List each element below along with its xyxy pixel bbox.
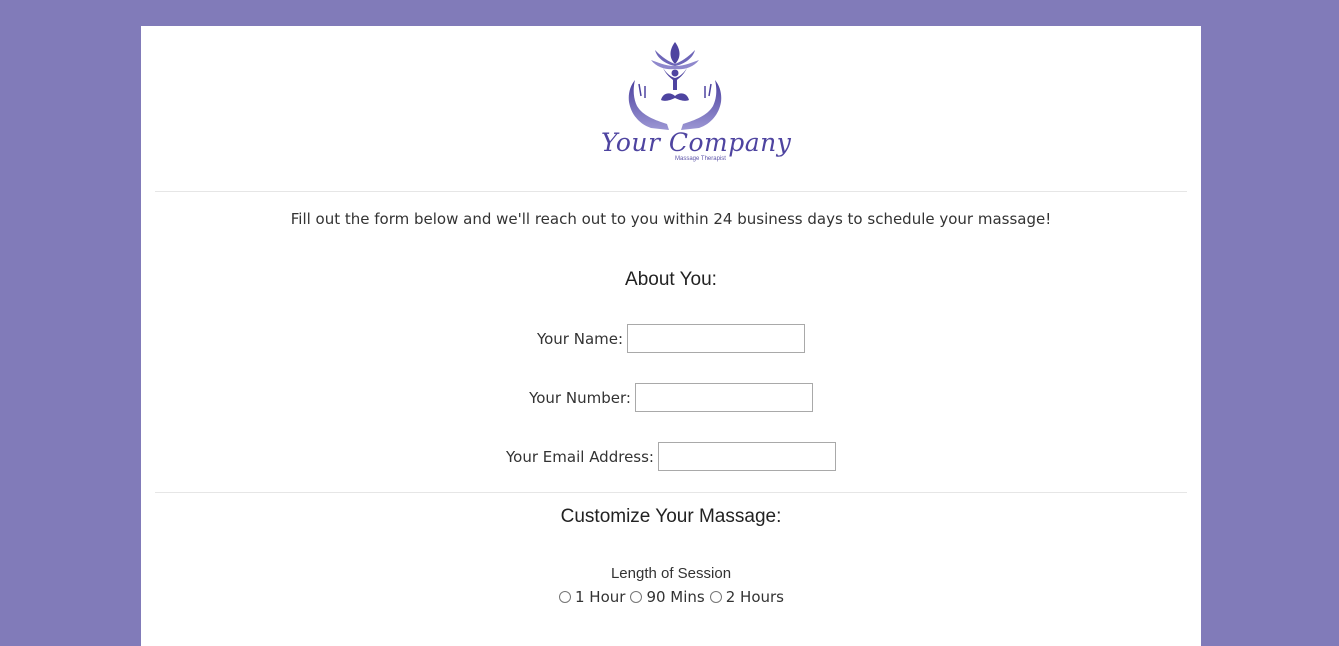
two-hours-radio[interactable] — [709, 591, 722, 603]
one-hour-radio[interactable] — [558, 591, 571, 603]
email-input[interactable] — [657, 442, 836, 471]
intro-text: Fill out the form below and we'll reach … — [290, 210, 1052, 228]
two-hours-label[interactable]: 2 Hours — [726, 588, 784, 606]
number-label: Your Number: — [529, 388, 631, 407]
company-name: Your Company — [601, 128, 792, 157]
email-row: Your Email Address: — [141, 442, 1201, 471]
divider — [155, 492, 1187, 493]
name-label: Your Name: — [536, 329, 624, 348]
ninety-mins-radio[interactable] — [630, 591, 643, 603]
name-row: Your Name: — [141, 324, 1201, 353]
session-length-options: 1 Hour 90 Mins 2 Hours — [141, 588, 1201, 606]
name-input[interactable] — [627, 324, 806, 353]
number-input[interactable] — [634, 383, 813, 412]
number-row: Your Number: — [141, 383, 1201, 412]
company-logo: Your Company Massage Therapist — [595, 40, 791, 164]
ninety-mins-label[interactable]: 90 Mins — [646, 588, 704, 606]
session-length-label: Length of Session — [610, 565, 732, 582]
divider — [155, 191, 1187, 192]
one-hour-label[interactable]: 1 Hour — [575, 588, 625, 606]
about-heading: About You: — [625, 269, 717, 290]
email-label: Your Email Address: — [506, 447, 654, 466]
form-card: Your Company Massage Therapist Fill out … — [141, 26, 1201, 646]
customize-heading: Customize Your Massage: — [560, 506, 782, 527]
company-tagline: Massage Therapist — [675, 156, 726, 162]
